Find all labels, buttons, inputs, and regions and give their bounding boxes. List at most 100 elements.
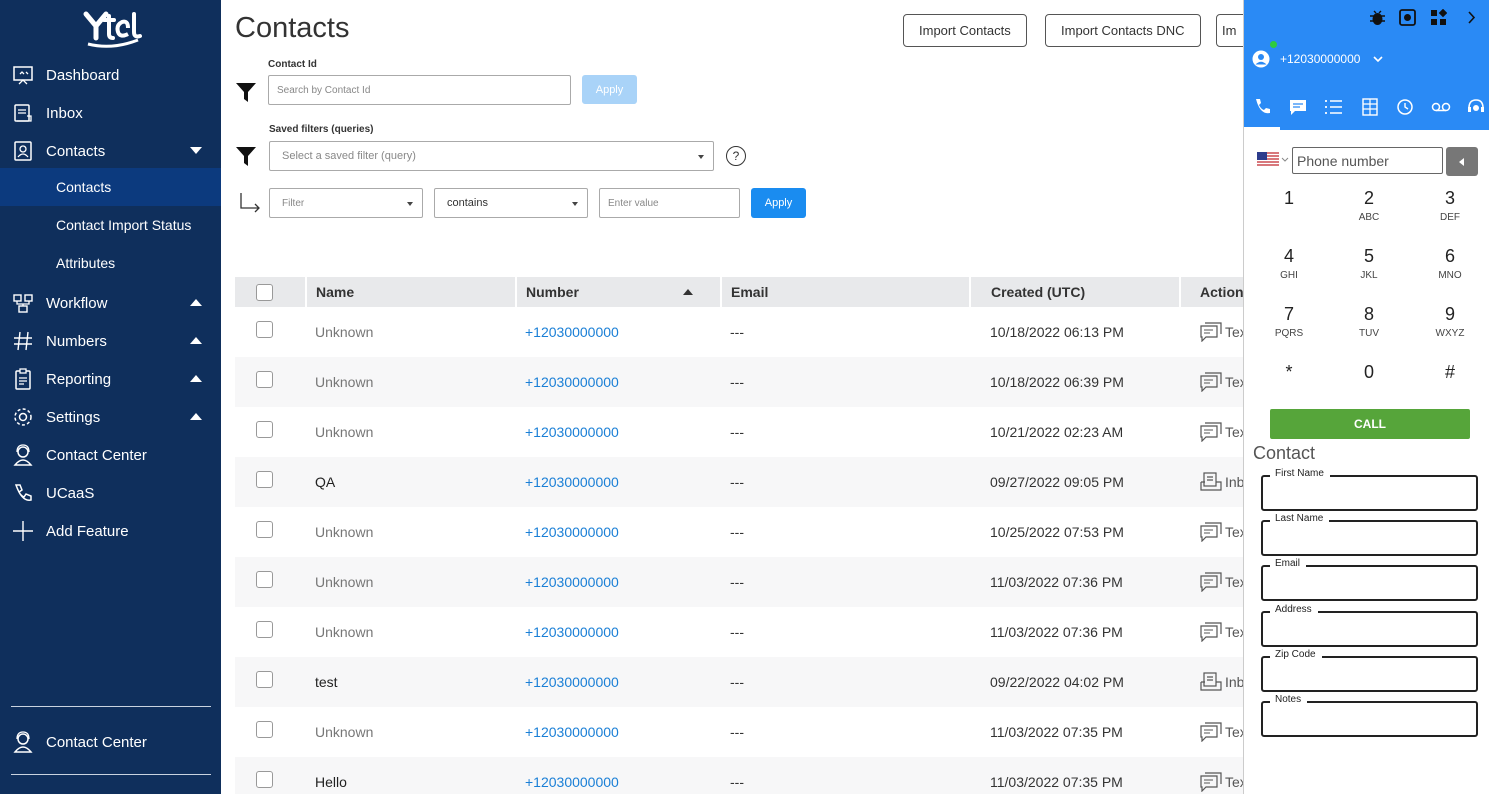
row-checkbox[interactable] (256, 571, 273, 588)
row-checkbox[interactable] (256, 371, 273, 388)
subnav-attributes[interactable]: Attributes (0, 244, 221, 282)
row-checkbox[interactable] (256, 321, 273, 338)
contact-field-input[interactable]: Last Name (1261, 513, 1478, 557)
nav-ucaas[interactable]: UCaaS (0, 474, 221, 512)
table-row[interactable]: Unknown +12030000000 --- 10/18/2022 06:39 P… (235, 357, 1247, 407)
nav-add-feature[interactable]: Add Feature (0, 512, 221, 550)
contact-field-input[interactable]: Notes (1261, 694, 1478, 737)
phone-icon[interactable] (1253, 98, 1273, 116)
phone-number-input[interactable]: Phone number (1292, 147, 1443, 174)
row-checkbox[interactable] (256, 671, 273, 688)
call-button[interactable]: CALL (1270, 409, 1470, 439)
dial-key[interactable]: 6 MNO (1420, 246, 1480, 296)
operator-select[interactable]: contains (434, 188, 588, 218)
support-agent-icon[interactable] (1466, 98, 1486, 116)
action-label[interactable]: Inb (1225, 474, 1244, 490)
row-checkbox[interactable] (256, 521, 273, 538)
apps-icon[interactable] (1430, 9, 1447, 26)
inbox-icon[interactable] (1200, 472, 1222, 492)
action-label[interactable]: Inb (1225, 674, 1244, 690)
contact-field-input[interactable]: Address (1261, 603, 1478, 647)
dial-key[interactable]: 8 TUV (1339, 304, 1399, 354)
contact-id-apply-button[interactable]: Apply (582, 75, 637, 104)
nav-inbox[interactable]: Inbox (0, 94, 221, 132)
contact-field-input[interactable]: Email (1261, 558, 1478, 602)
text-icon[interactable] (1200, 372, 1222, 392)
contact-number-link[interactable]: +12030000000 (525, 474, 619, 490)
subnav-contacts[interactable]: Contacts (0, 168, 221, 206)
chat-icon[interactable] (1288, 98, 1308, 116)
table-row[interactable]: Unknown +12030000000 --- 10/18/2022 06:13 P… (235, 307, 1247, 357)
dial-key[interactable]: # (1420, 362, 1480, 412)
ytel-logo[interactable] (82, 10, 142, 48)
contact-field-input[interactable]: First Name (1261, 468, 1478, 511)
bug-icon[interactable] (1369, 9, 1386, 26)
row-checkbox[interactable] (256, 471, 273, 488)
column-email[interactable]: Email (731, 284, 768, 300)
filter-apply-button[interactable]: Apply (751, 188, 806, 218)
contact-number-link[interactable]: +12030000000 (525, 724, 619, 740)
column-created[interactable]: Created (UTC) (991, 284, 1085, 300)
backspace-button[interactable] (1446, 147, 1478, 176)
nav-contact-center[interactable]: Contact Center (0, 436, 221, 474)
text-icon[interactable] (1200, 422, 1222, 442)
row-checkbox[interactable] (256, 621, 273, 638)
contact-id-input[interactable]: Search by Contact Id (268, 75, 571, 105)
contact-number-link[interactable]: +12030000000 (525, 574, 619, 590)
chevron-up-icon[interactable] (190, 413, 202, 420)
dial-key[interactable]: * (1259, 362, 1319, 412)
table-row[interactable]: Unknown +12030000000 --- 10/25/2022 07:53 P… (235, 507, 1247, 557)
sidebar-footer-contact-center[interactable]: Contact Center (0, 723, 221, 761)
nav-contacts[interactable]: Contacts (0, 132, 221, 170)
column-number[interactable]: Number (526, 284, 579, 300)
chevron-down-icon[interactable] (1281, 157, 1289, 163)
contact-number-link[interactable]: +12030000000 (525, 774, 619, 790)
row-checkbox[interactable] (256, 771, 273, 788)
contact-number-link[interactable]: +12030000000 (525, 524, 619, 540)
dial-key[interactable]: 3 DEF (1420, 188, 1480, 238)
text-icon[interactable] (1200, 522, 1222, 542)
contact-number-link[interactable]: +12030000000 (525, 424, 619, 440)
table-row[interactable]: test +12030000000 --- 09/22/2022 04:02 PM In… (235, 657, 1244, 707)
nav-dashboard[interactable]: Dashboard (0, 56, 221, 94)
history-icon[interactable] (1395, 98, 1415, 116)
saved-filter-select[interactable]: Select a saved filter (query) (269, 141, 714, 171)
chevron-down-icon[interactable] (190, 147, 202, 154)
table-row[interactable]: Hello +12030000000 --- 11/03/2022 07:35 PM T… (235, 757, 1247, 794)
settings-box-icon[interactable] (1399, 9, 1416, 26)
text-icon[interactable] (1200, 622, 1222, 642)
chevron-up-icon[interactable] (190, 299, 202, 306)
text-icon[interactable] (1200, 322, 1222, 342)
chevron-right-icon[interactable] (1463, 9, 1480, 26)
table-row[interactable]: Unknown +12030000000 --- 11/03/2022 07:36 P… (235, 557, 1247, 607)
contact-field-input[interactable]: Zip Code (1261, 648, 1478, 692)
chevron-up-icon[interactable] (190, 375, 202, 382)
sort-asc-icon[interactable] (683, 289, 693, 295)
table-row[interactable]: QA +12030000000 --- 09/27/2022 09:05 PM Inb (235, 457, 1244, 507)
inbox-icon[interactable] (1200, 672, 1222, 692)
dial-key[interactable]: 0 (1339, 362, 1399, 412)
us-flag-icon[interactable] (1257, 152, 1279, 167)
voicemail-icon[interactable] (1431, 98, 1451, 116)
nav-numbers[interactable]: Numbers (0, 322, 221, 360)
contact-number-link[interactable]: +12030000000 (525, 674, 619, 690)
table-row[interactable]: Unknown +12030000000 --- 11/03/2022 07:35 P… (235, 707, 1247, 757)
row-checkbox[interactable] (256, 721, 273, 738)
contact-number-link[interactable]: +12030000000 (525, 374, 619, 390)
column-name[interactable]: Name (316, 284, 354, 300)
table-icon[interactable] (1360, 98, 1380, 116)
dial-key[interactable]: 7 PQRS (1259, 304, 1319, 354)
dialer-user-number[interactable]: +12030000000 (1280, 52, 1360, 66)
chevron-up-icon[interactable] (190, 337, 202, 344)
dial-key[interactable]: 9 WXYZ (1420, 304, 1480, 354)
nav-reporting[interactable]: Reporting (0, 360, 221, 398)
dial-key[interactable]: 5 JKL (1339, 246, 1399, 296)
contact-number-link[interactable]: +12030000000 (525, 324, 619, 340)
text-icon[interactable] (1200, 772, 1222, 792)
chevron-down-icon[interactable] (1372, 54, 1384, 64)
nav-workflow[interactable]: Workflow (0, 284, 221, 322)
row-checkbox[interactable] (256, 421, 273, 438)
dial-key[interactable]: 1 (1259, 188, 1319, 238)
filter-field-select[interactable]: Filter (269, 188, 423, 218)
table-row[interactable]: Unknown +12030000000 --- 11/03/2022 07:36 P… (235, 607, 1247, 657)
